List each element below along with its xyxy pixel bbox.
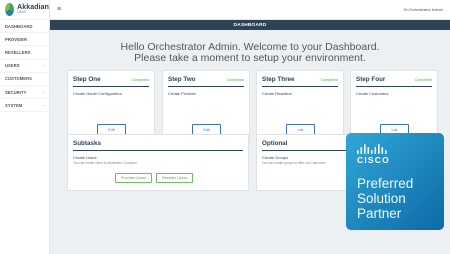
sidebar-item-label: PROVIDER (5, 36, 28, 42)
subtasks-card: Subtasks Create Users You can create use… (67, 134, 249, 191)
step-title: Step One (73, 76, 101, 83)
sidebar-item-provider[interactable]: PROVIDER (0, 33, 49, 47)
status-badge: Completed (414, 78, 432, 82)
status-badge: Completed (226, 78, 244, 82)
sidebar-item-system[interactable]: SYSTEM › (0, 99, 49, 113)
cisco-wordmark: CISCO (357, 155, 390, 165)
welcome-message: Hello Orchestrator Admin. Welcome to you… (50, 42, 450, 64)
cisco-partner-badge: CISCO Preferred Solution Partner (346, 133, 444, 230)
sidebar-item-label: USERS (5, 63, 20, 69)
sidebar-item-label: SYSTEM (5, 102, 23, 108)
welcome-line-2: Please take a moment to setup your envir… (134, 52, 366, 64)
sidebar-item-users[interactable]: USERS › (0, 60, 49, 73)
step-title: Step Four (356, 76, 386, 83)
topbar: ≡ Hi Orchestrator Admin (50, 0, 450, 20)
sidebar-item-label: RESELLERS (5, 49, 31, 55)
step-description: Create Oauth Configuration (73, 91, 122, 96)
sidebar-item-resellers[interactable]: RESELLERS (0, 46, 49, 60)
akkadian-logo-icon (5, 3, 15, 16)
step-description: Create Resellers (262, 91, 292, 96)
status-badge: Completed (320, 78, 338, 82)
step-description: Create Provider (168, 91, 197, 96)
brand-logo[interactable]: Akkadian LABS (0, 0, 49, 20)
user-menu[interactable]: Hi Orchestrator Admin (404, 7, 443, 12)
subtasks-title: Subtasks (73, 140, 101, 147)
provider-users-button[interactable]: Provider Users (115, 173, 152, 183)
sidebar-item-customers[interactable]: CUSTOMERS (0, 73, 49, 86)
sidebar-item-label: CUSTOMERS (5, 76, 32, 82)
badge-line-preferred: Preferred (357, 176, 414, 191)
chevron-right-icon: › (42, 102, 44, 108)
step-title: Step Three (262, 76, 295, 83)
chevron-right-icon: › (42, 89, 44, 95)
step-three-card: Step Three Completed Create Resellers Li… (256, 70, 344, 143)
step-title: Step Two (168, 76, 196, 83)
sidebar-item-dashboard[interactable]: DASHBOARD (0, 20, 49, 34)
step-two-card: Step Two Completed Create Provider Edit (162, 70, 250, 143)
chevron-right-icon: › (42, 63, 44, 69)
brand-sub: LABS (17, 10, 27, 15)
hamburger-menu-icon[interactable]: ≡ (57, 6, 61, 13)
cisco-bridge-logo-icon (357, 144, 387, 154)
optional-title: Optional (262, 140, 288, 147)
reseller-users-button[interactable]: Reseller Users (156, 173, 193, 183)
badge-line-partner: Partner (357, 206, 402, 221)
status-badge: Completed (131, 78, 149, 82)
badge-line-solution: Solution (357, 191, 406, 206)
step-description: Create Customers (356, 91, 389, 96)
sidebar: Akkadian LABS DASHBOARD PROVIDER RESELLE… (0, 0, 50, 254)
sidebar-item-security[interactable]: SECURITY › (0, 86, 49, 100)
subtasks-help-text: You can create users to Administer Custo… (73, 161, 137, 165)
sidebar-item-label: DASHBOARD (5, 23, 33, 29)
step-one-card: Step One Completed Create Oauth Configur… (67, 70, 155, 143)
subtasks-description: Create Users (73, 155, 97, 160)
sidebar-item-label: SECURITY (5, 89, 27, 95)
page-title: DASHBOARD (50, 20, 450, 30)
